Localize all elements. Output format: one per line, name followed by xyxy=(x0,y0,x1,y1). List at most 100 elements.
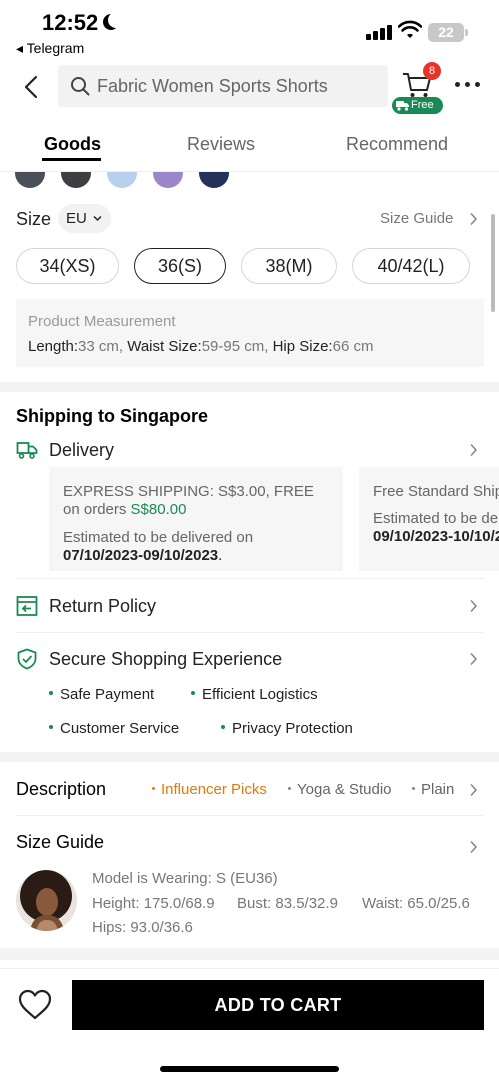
search-placeholder: Fabric Women Sports Shorts xyxy=(97,76,328,96)
tab-goods[interactable]: Goods xyxy=(44,134,101,155)
model-wearing: Model is Wearing: S (EU36) xyxy=(92,870,278,887)
feature-item: Privacy Protection xyxy=(221,720,353,737)
shipping-title: Shipping to Singapore xyxy=(16,406,208,426)
tab-bar: Goods Reviews Recommend xyxy=(0,120,499,172)
bottom-action-bar: ADD TO CART xyxy=(0,968,499,1080)
shipping-option-title: Free Standard Shipping xyxy=(373,483,499,500)
size-guide-label[interactable]: Size Guide xyxy=(16,832,104,853)
size-unit-value: EU xyxy=(66,210,87,227)
scrollbar[interactable] xyxy=(491,214,495,312)
size-unit-dropdown[interactable]: EU xyxy=(58,204,111,233)
size-label: Size xyxy=(16,209,52,229)
waist-value: 59-95 cm, xyxy=(201,338,273,355)
cart-count-badge: 8 xyxy=(423,62,441,80)
hip-label: Hip Size: xyxy=(272,338,333,355)
truck-icon xyxy=(396,101,409,111)
delivery-dates-suffix: . xyxy=(218,547,223,564)
feature-label: Customer Service xyxy=(60,720,180,737)
search-input[interactable]: Fabric Women Sports Shorts xyxy=(58,65,388,107)
hip-value: 66 cm xyxy=(332,338,374,355)
tag-label: Yoga & Studio xyxy=(297,781,392,798)
free-shipping-badge: Free xyxy=(392,97,443,114)
feature-item: Efficient Logistics xyxy=(191,686,318,703)
free-label: Free xyxy=(411,99,434,111)
section-separator xyxy=(0,382,499,392)
model-avatar xyxy=(16,870,77,931)
waist-label: Waist Size: xyxy=(127,338,202,355)
chevron-right-icon xyxy=(470,212,478,226)
feature-item: Safe Payment xyxy=(49,686,154,703)
free-threshold-prefix: on orders xyxy=(63,501,131,518)
shipping-option-card[interactable]: EXPRESS SHIPPING: S$3.00, FREE on orders… xyxy=(49,467,343,571)
chevron-down-icon xyxy=(93,215,102,222)
model-bust: Bust: 83.5/32.9 xyxy=(237,895,338,912)
color-swatch[interactable] xyxy=(61,172,91,188)
tab-recommend[interactable]: Recommend xyxy=(346,134,448,155)
size-guide-link[interactable]: Size Guide xyxy=(380,210,453,227)
delivery-label[interactable]: Delivery xyxy=(49,440,114,461)
tag-label: Plain xyxy=(421,781,455,798)
wifi-icon xyxy=(398,20,422,38)
color-swatch[interactable] xyxy=(153,172,183,188)
more-options-icon[interactable] xyxy=(455,82,481,90)
signal-icon xyxy=(366,24,392,40)
description-tag: Influencer Picks xyxy=(152,781,267,798)
color-swatch[interactable] xyxy=(107,172,137,188)
tag-label: Influencer Picks xyxy=(161,781,267,798)
shipping-option-card[interactable]: Free Standard Shipping Estimated to be d… xyxy=(359,467,499,571)
free-threshold-amount: S$80.00 xyxy=(130,501,187,518)
size-option-38-m[interactable]: 38(M) xyxy=(241,248,337,284)
chevron-right-icon[interactable] xyxy=(469,443,478,457)
description-label[interactable]: Description xyxy=(16,779,106,800)
color-swatch[interactable] xyxy=(15,172,45,188)
delivery-dates: 09/10/2023-10/10/2023 xyxy=(373,528,499,545)
description-tag: Plain xyxy=(412,781,454,798)
divider xyxy=(16,578,484,579)
battery-icon: 22 xyxy=(428,23,468,42)
shipping-option-title: EXPRESS SHIPPING: S$3.00, FREE xyxy=(63,483,314,500)
shield-check-icon xyxy=(17,648,37,670)
search-icon xyxy=(71,77,90,96)
section-separator xyxy=(0,948,499,960)
feature-label: Safe Payment xyxy=(60,686,155,703)
model-hips: Hips: 93.0/36.6 xyxy=(92,919,193,936)
chevron-right-icon[interactable] xyxy=(469,840,478,854)
delivery-estimate-label: Estimated to be delivered on xyxy=(63,529,254,546)
color-swatches xyxy=(0,172,499,192)
size-option-40-42-l[interactable]: 40/42(L) xyxy=(352,248,470,284)
status-bar: 12:52 ◂ Telegram 22 xyxy=(0,0,499,60)
feature-label: Efficient Logistics xyxy=(202,686,318,703)
size-header: Size EU Size Guide xyxy=(0,202,499,234)
return-policy-label[interactable]: Return Policy xyxy=(49,596,156,617)
back-arrow-icon[interactable] xyxy=(18,72,48,102)
add-to-cart-button[interactable]: ADD TO CART xyxy=(72,980,484,1030)
tab-reviews[interactable]: Reviews xyxy=(187,134,255,155)
feature-label: Privacy Protection xyxy=(232,720,353,737)
section-separator xyxy=(0,752,499,762)
color-swatch[interactable] xyxy=(199,172,229,188)
moon-icon xyxy=(108,12,124,28)
size-option-36-s[interactable]: 36(S) xyxy=(134,248,226,284)
size-options: 34(XS) 36(S) 38(M) 40/42(L) xyxy=(0,248,499,284)
back-to-telegram-link[interactable]: ◂ Telegram xyxy=(16,40,84,57)
heart-icon[interactable] xyxy=(18,989,52,1021)
model-height: Height: 175.0/68.9 xyxy=(92,895,215,912)
chevron-right-icon[interactable] xyxy=(469,652,478,666)
divider xyxy=(16,632,484,633)
measurement-values: Length:33 cm, Waist Size:59-95 cm, Hip S… xyxy=(28,338,373,355)
size-option-34-xs[interactable]: 34(XS) xyxy=(16,248,119,284)
chevron-right-icon[interactable] xyxy=(469,783,478,797)
chevron-right-icon[interactable] xyxy=(469,599,478,613)
home-indicator xyxy=(160,1066,339,1072)
product-measurement: Product Measurement Length:33 cm, Waist … xyxy=(16,299,484,367)
description-tag: Yoga & Studio xyxy=(288,781,392,798)
return-box-icon xyxy=(16,596,38,616)
secure-shopping-label[interactable]: Secure Shopping Experience xyxy=(49,649,282,670)
model-waist: Waist: 65.0/25.6 xyxy=(362,895,470,912)
delivery-estimate-label: Estimated to be delivered on xyxy=(373,510,499,527)
divider xyxy=(16,815,484,816)
active-tab-indicator xyxy=(42,158,101,161)
length-value: 33 cm, xyxy=(78,338,128,355)
status-time: 12:52 xyxy=(42,10,99,35)
delivery-dates: 07/10/2023-09/10/2023 xyxy=(63,547,219,564)
